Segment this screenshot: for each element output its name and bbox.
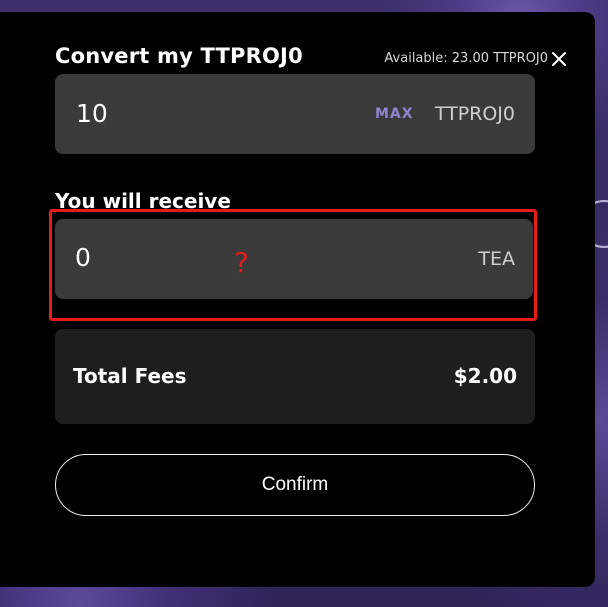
- total-fees-label: Total Fees: [73, 364, 187, 388]
- confirm-button[interactable]: Confirm: [55, 454, 535, 516]
- total-fees-panel: Total Fees $2.00: [55, 329, 535, 424]
- max-button[interactable]: MAX: [375, 106, 414, 122]
- available-balance: Available: 23.00 TTPROJ0: [384, 51, 548, 66]
- convert-amount-value[interactable]: 10: [76, 99, 108, 128]
- close-icon: [552, 52, 566, 66]
- convert-unit-label: TTPROJ0: [434, 103, 515, 125]
- total-fees-amount: $2.00: [453, 364, 517, 388]
- highlight-annotation-box: [49, 209, 537, 321]
- dialog-title: Convert my TTPROJ0: [55, 44, 303, 68]
- close-button[interactable]: [549, 49, 569, 69]
- convert-amount-input[interactable]: 10 MAX TTPROJ0: [55, 74, 535, 154]
- question-mark-annotation: ?: [234, 246, 249, 279]
